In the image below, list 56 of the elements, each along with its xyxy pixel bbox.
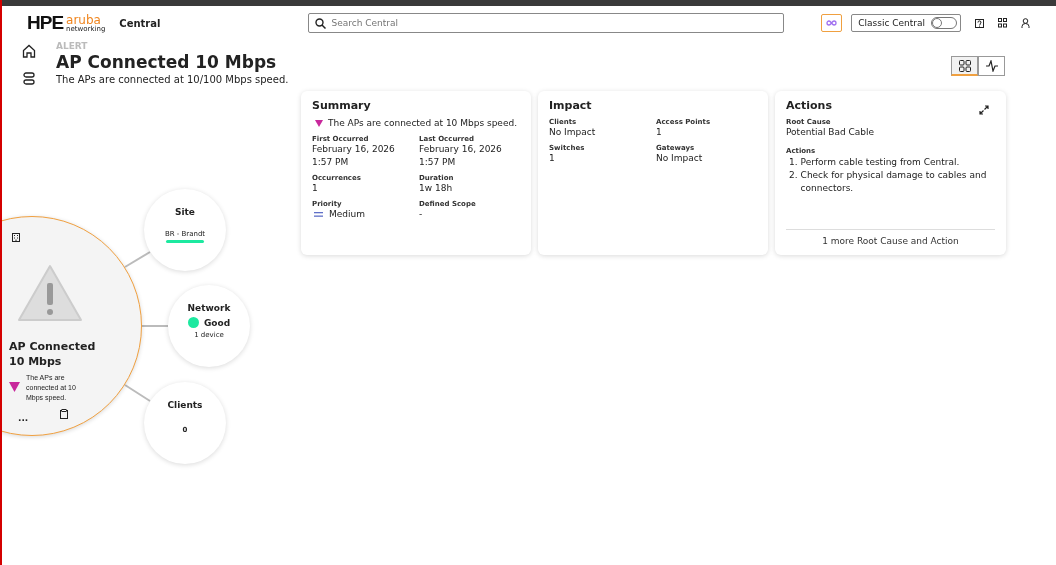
view-toggle-button[interactable] — [951, 56, 978, 76]
priority-medium-icon — [314, 212, 323, 217]
severity-text: The APs are connected at 10 Mbps speed. — [328, 118, 517, 128]
page-description: The APs are connected at 10/100 Mbps speed. — [56, 74, 289, 85]
alert-node-title: AP Connected 10 Mbps — [9, 339, 97, 369]
logo-text: HPE — [27, 12, 64, 34]
field-value: 1w 18h — [419, 182, 454, 195]
expand-icon[interactable] — [979, 105, 989, 115]
site-health-bar — [166, 240, 204, 243]
node-title: Site — [175, 207, 195, 217]
toggle-switch[interactable] — [931, 17, 957, 29]
step-number: 2. — [789, 169, 798, 182]
page-title: AP Connected 10 Mbps — [56, 52, 278, 72]
warning-icon — [17, 263, 83, 323]
search-icon — [315, 18, 327, 29]
status-text: Good — [203, 317, 231, 328]
list-icon[interactable] — [23, 72, 35, 85]
view-toggle-button[interactable] — [978, 56, 1005, 76]
user-icon[interactable] — [1021, 18, 1030, 28]
home-icon[interactable] — [22, 44, 36, 58]
field-value: No Impact — [549, 126, 597, 139]
node-title: Network — [187, 303, 231, 313]
field-value: Medium — [329, 208, 365, 221]
search-field[interactable]: Search Central — [308, 13, 785, 33]
action-step: Check for physical damage to cables and connectors. — [800, 169, 995, 195]
field-value: No Impact — [656, 152, 704, 165]
severity-icon — [315, 119, 323, 127]
card-title: Summary — [312, 99, 372, 112]
action-step: Perform cable testing from Central. — [800, 156, 960, 169]
severity-icon — [9, 382, 20, 392]
grid-view-icon — [958, 59, 971, 72]
more-link[interactable]: 1 more Root Cause and Action — [786, 229, 995, 247]
alert-eyebrow: ALERT — [56, 41, 89, 51]
infinity-icon — [826, 20, 838, 26]
field-value: February 16, 2026 1:57 PM — [312, 143, 396, 169]
logo-text: aruba — [66, 13, 101, 26]
more-options[interactable]: ... — [18, 413, 29, 423]
app-name: Central — [119, 17, 161, 29]
card-title: Actions — [786, 99, 832, 112]
step-number: 1. — [789, 156, 798, 169]
field-value: February 16, 2026 1:57 PM — [419, 143, 503, 169]
apps-icon[interactable] — [998, 18, 1007, 28]
toggle-label: Classic Central — [858, 18, 925, 28]
field-value: - — [419, 208, 424, 221]
pulse-icon — [985, 60, 998, 72]
node-title: Clients — [167, 400, 203, 410]
field-value: 1 — [656, 126, 663, 139]
field-value: 1 — [549, 152, 556, 165]
field-value: 1 — [312, 182, 319, 195]
classic-toggle[interactable]: Classic Central — [851, 14, 961, 32]
field-value: Potential Bad Cable — [786, 126, 876, 139]
building-icon — [12, 233, 20, 242]
link-button[interactable] — [821, 14, 843, 32]
clipboard-icon[interactable] — [60, 409, 68, 419]
card-title: Impact — [549, 99, 593, 112]
help-icon[interactable] — [975, 18, 984, 28]
